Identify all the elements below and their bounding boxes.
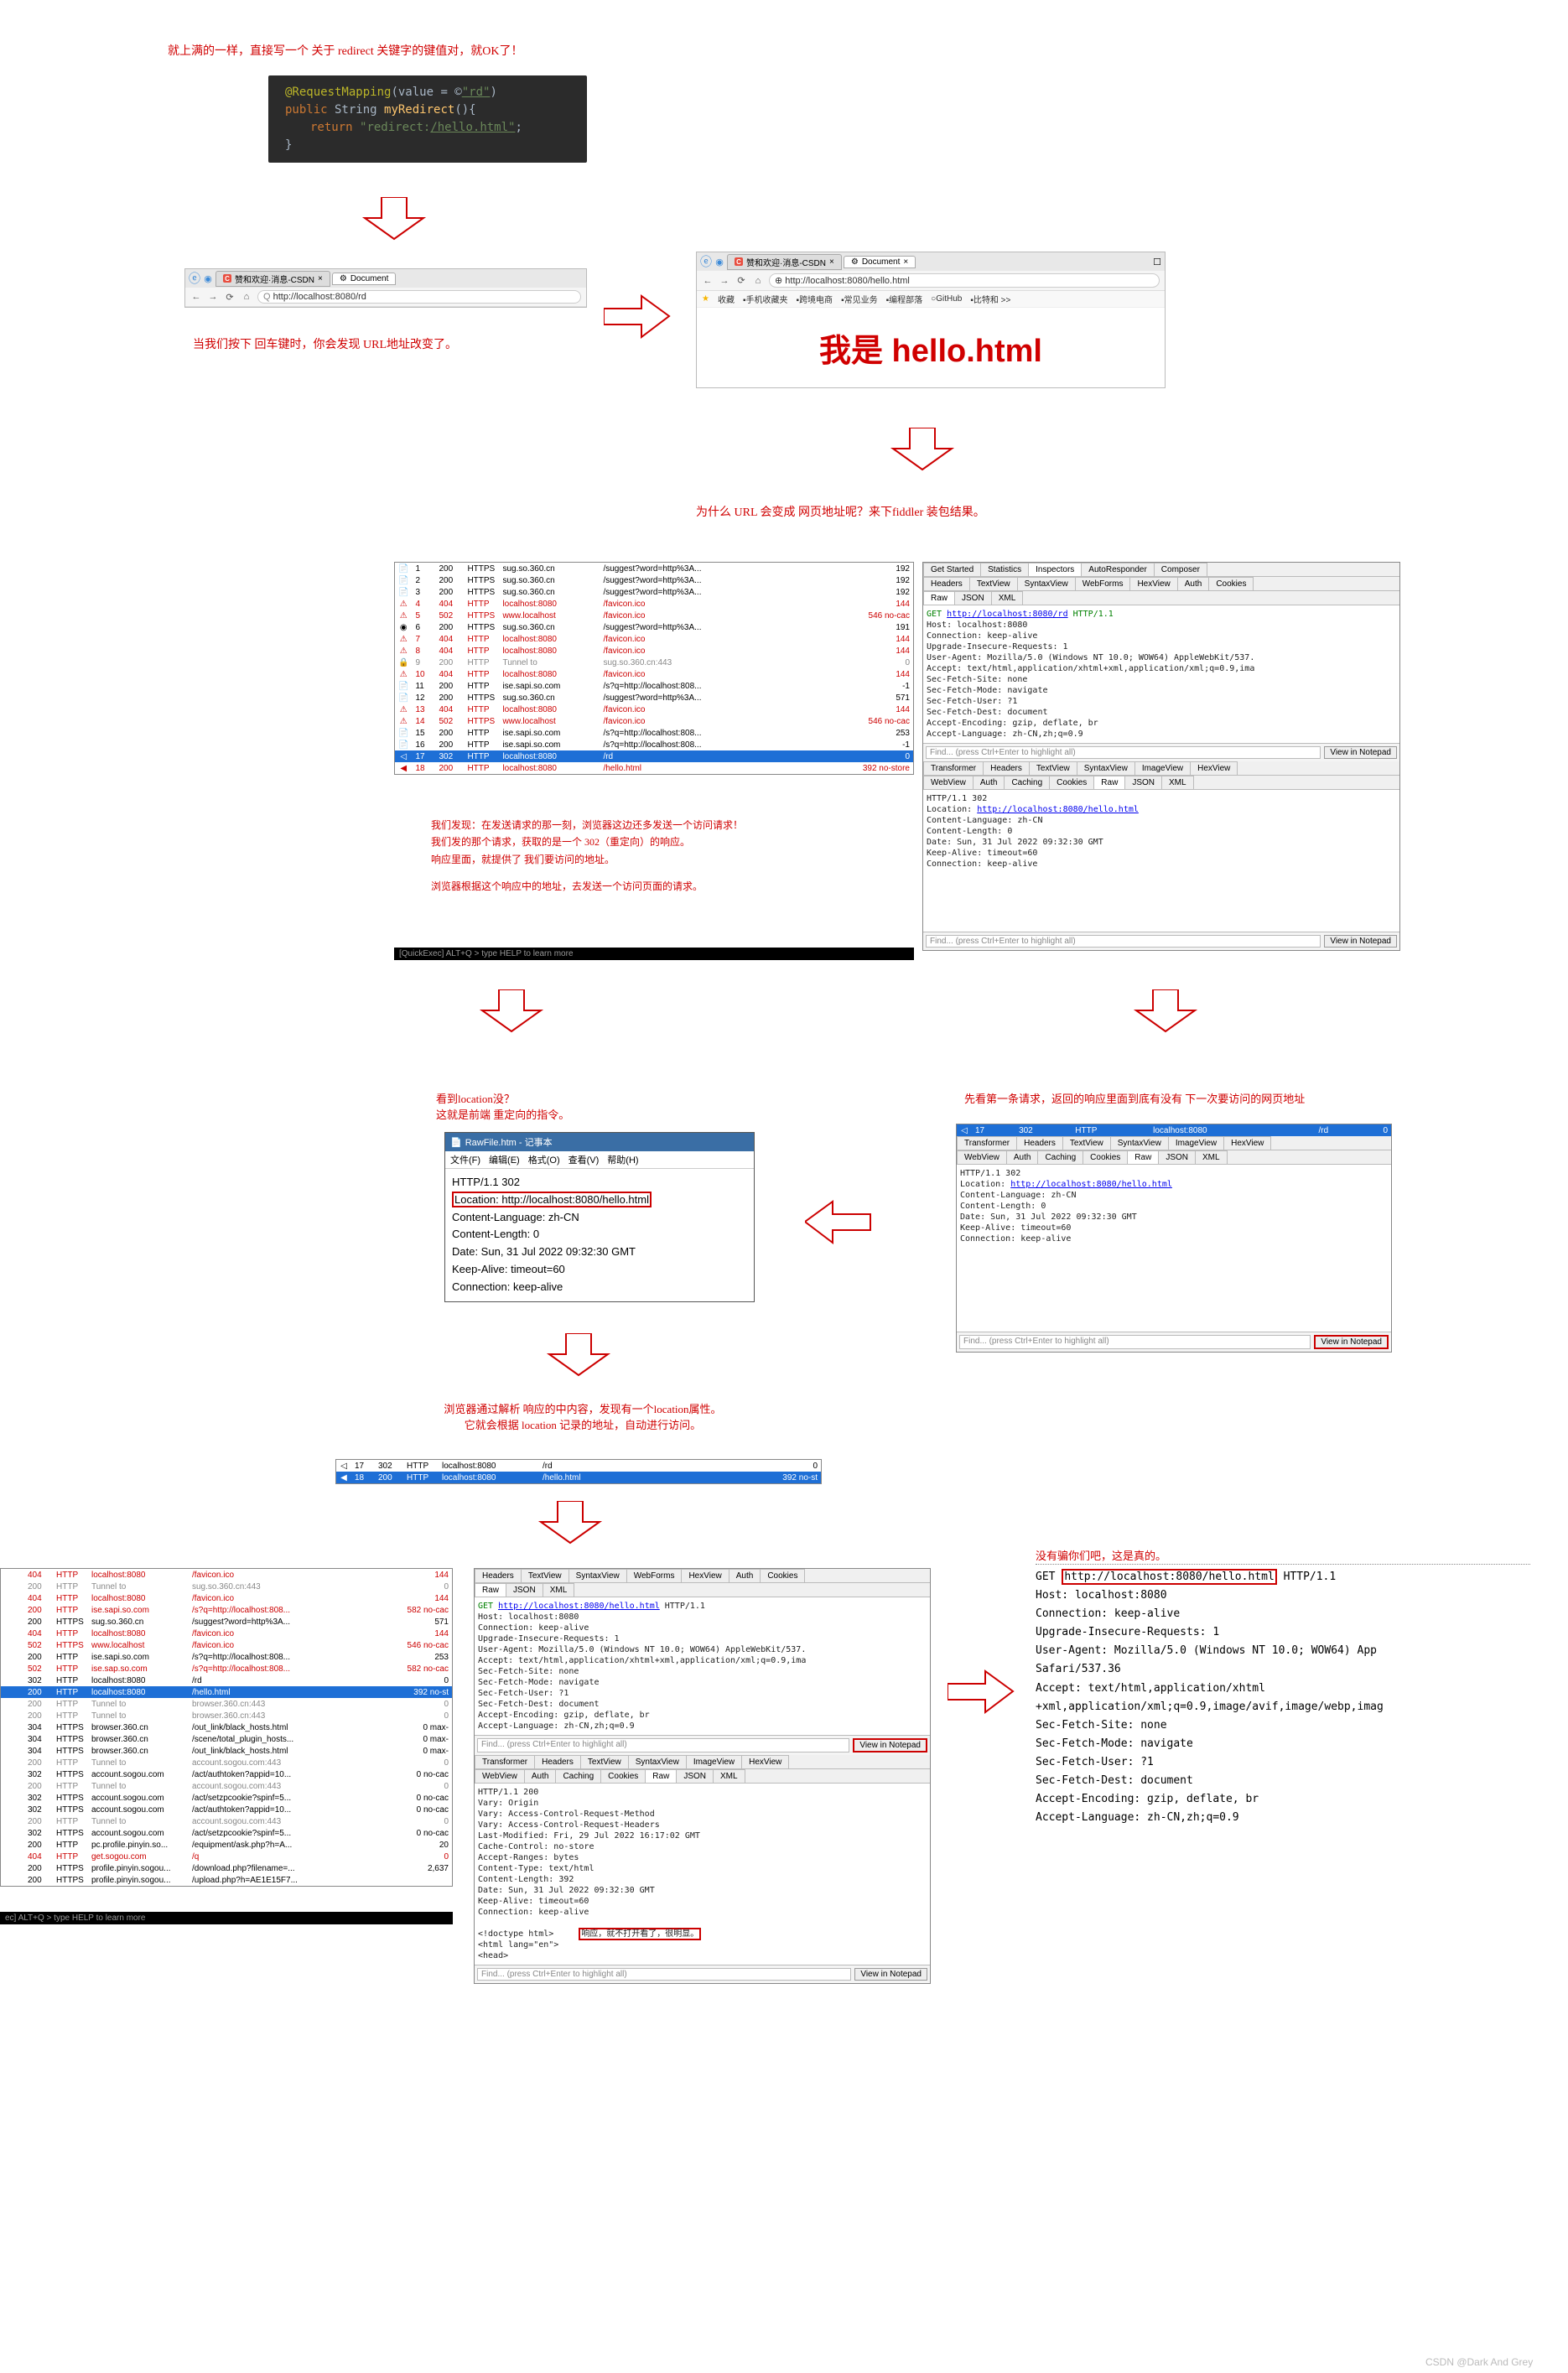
fiddler-analysis-note: 我们发现：在发送请求的那一刻，浏览器这边还多发送一个访问请求！ 我们发的那个请求…: [428, 813, 897, 899]
inspector-req-tabs[interactable]: HeadersTextViewSyntaxViewWebFormsHexView…: [923, 577, 1399, 591]
final-request-text: GET http://localhost:8080/hello.html HTT…: [1036, 1568, 1384, 1827]
code-block: @RequestMapping(value = ©"rd") public St…: [268, 75, 587, 163]
fwd-icon[interactable]: →: [207, 291, 219, 303]
note-why-url: 为什么 URL 会变成 网页地址呢？来下fiddler 装包结果。: [696, 503, 985, 520]
location-highlight: Location: http://localhost:8080/hello.ht…: [452, 1192, 652, 1207]
notepad-menu[interactable]: 文件(F)编辑(E)格式(O)查看(V)帮助(H): [445, 1151, 754, 1169]
inspector-raw-tabs[interactable]: RawJSONXML: [923, 591, 1399, 605]
arrow-down-icon: [889, 428, 956, 476]
inspector-res-tabs2[interactable]: WebViewAuthCachingCookiesRawJSONXML: [923, 776, 1399, 790]
inspector-top-tabs[interactable]: Get StartedStatisticsInspectorsAutoRespo…: [923, 563, 1399, 577]
find-bar[interactable]: Find... (press Ctrl+Enter to highlight a…: [923, 743, 1399, 761]
response-note: 响应，就不打开看了，很明显。: [579, 1928, 701, 1940]
quickexec-bar[interactable]: [QuickExec] ALT+Q > type HELP to learn m…: [394, 948, 914, 960]
arrow-down-icon: [478, 989, 545, 1038]
request-raw: GET http://localhost:8080/rd HTTP/1.1 Ho…: [923, 605, 1399, 743]
quickexec-bar[interactable]: ec] ALT+Q > type HELP to learn more: [0, 1912, 453, 1924]
tab-document[interactable]: ⚙Document: [332, 273, 397, 285]
back-icon[interactable]: ←: [702, 275, 714, 287]
address-bar[interactable]: Q http://localhost:8080/rd: [257, 290, 581, 304]
reload-icon[interactable]: ⟳: [224, 291, 236, 303]
url-highlight: http://localhost:8080/hello.html: [1062, 1569, 1276, 1585]
view-notepad-button[interactable]: View in Notepad: [1314, 1335, 1389, 1349]
fiddler-inspector-2: ◁17302HTTPlocalhost:8080/rd0 Transformer…: [956, 1124, 1392, 1353]
fiddler-mini-list[interactable]: ◁17302HTTPlocalhost:8080/rd0◀18200HTTPlo…: [335, 1459, 822, 1484]
globe-icon[interactable]: ◉: [714, 256, 725, 267]
globe-icon[interactable]: ◉: [202, 273, 214, 284]
notepad-window: 📄RawFile.htm - 记事本 文件(F)编辑(E)格式(O)查看(V)帮…: [444, 1132, 755, 1302]
fiddler-bottom-list[interactable]: 404HTTPlocalhost:8080/favicon.ico144200H…: [0, 1568, 453, 1887]
arrow-down-icon: [361, 197, 428, 246]
home-icon[interactable]: ⌂: [241, 291, 252, 303]
arrow-left-icon: [805, 1199, 872, 1248]
ie-icon[interactable]: ⓔ: [189, 273, 200, 284]
back-icon[interactable]: ←: [190, 291, 202, 303]
view-notepad-button[interactable]: View in Notepad: [1324, 746, 1397, 759]
reload-icon[interactable]: ⟳: [735, 275, 747, 287]
note-first-req: 先看第一条请求，返回的响应里面到底有没有 下一次要访问的网页地址: [964, 1090, 1305, 1106]
fiddler-session-list[interactable]: 📄1200HTTPSsug.so.360.cn/suggest?word=htt…: [394, 562, 914, 775]
note-location: 看到location没？ 这就是前端 重定向的指令。: [436, 1090, 569, 1122]
note-truth: 没有骗你们吧，这是真的。: [1036, 1547, 1166, 1563]
view-notepad-button[interactable]: View in Notepad: [1324, 935, 1397, 948]
page-heading: 我是 hello.html: [714, 325, 1148, 371]
fiddler-inspector: Get StartedStatisticsInspectorsAutoRespo…: [922, 562, 1400, 951]
tab-csdn[interactable]: C赞和欢迎·消息-CSDN×: [215, 271, 330, 287]
fwd-icon[interactable]: →: [719, 275, 730, 287]
top-note: 就上满的一样，直接写一个 关于 redirect 关键字的键值对，就OK了！: [168, 42, 522, 59]
note-parse: 浏览器通过解析 响应的中内容，发现有一个location属性。 它就会根据 lo…: [402, 1400, 763, 1432]
inspector-res-tabs[interactable]: TransformerHeadersTextViewSyntaxViewImag…: [923, 761, 1399, 776]
address-bar[interactable]: ⊕ http://localhost:8080/hello.html: [769, 273, 1160, 288]
browser-1: ⓔ ◉ C赞和欢迎·消息-CSDN× ⚙Document ← → ⟳ ⌂ Q h…: [184, 268, 587, 308]
tab-csdn[interactable]: C赞和欢迎·消息-CSDN×: [727, 254, 842, 270]
note-enter-changes: 当我们按下 回车键时，你会发现 URL地址改变了。: [193, 335, 457, 352]
arrow-right-icon: [948, 1669, 1015, 1717]
arrow-down-icon: [537, 1501, 604, 1550]
arrow-down-icon: [1132, 989, 1199, 1038]
response-raw: HTTP/1.1 302 Location: http://localhost:…: [923, 790, 1399, 873]
watermark: CSDN @Dark And Grey: [1425, 2356, 1533, 2368]
close-icon[interactable]: ☐: [1153, 257, 1161, 267]
home-icon[interactable]: ⌂: [752, 275, 764, 287]
ie-icon[interactable]: ⓔ: [700, 256, 712, 267]
browser-2: ⓔ ◉ C赞和欢迎·消息-CSDN× ⚙Document× ☐ ← → ⟳ ⌂ …: [696, 252, 1166, 388]
arrow-right-icon: [604, 293, 671, 342]
notepad-title-bar: 📄RawFile.htm - 记事本: [445, 1133, 754, 1151]
arrow-down-icon: [545, 1333, 612, 1382]
tab-document[interactable]: ⚙Document×: [844, 256, 916, 268]
fiddler-inspector-hello: HeadersTextViewSyntaxViewWebFormsHexView…: [474, 1568, 931, 1984]
bookmark-bar[interactable]: ★收藏 ▪手机收藏夹 ▪跨境电商 ▪常见业务 ▪编程部落 ○GitHub ▪比特…: [697, 291, 1165, 308]
